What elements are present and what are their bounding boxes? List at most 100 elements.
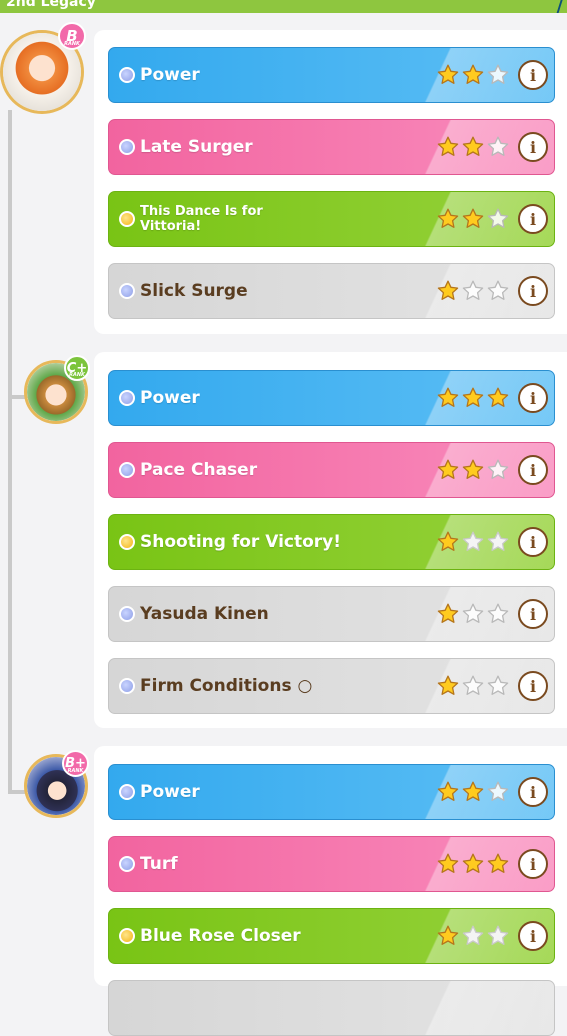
factor-row[interactable]: Turf i xyxy=(108,836,555,892)
factor-name: Shooting for Victory! xyxy=(140,532,342,552)
star-rating xyxy=(436,924,510,948)
star-filled-icon xyxy=(437,136,459,156)
factor-name: Blue Rose Closer xyxy=(140,926,301,946)
rank-badge-1: B RANK xyxy=(58,22,86,50)
rank-sub-label: RANK xyxy=(67,768,84,774)
star-rating xyxy=(436,602,510,626)
star-filled-icon xyxy=(437,64,459,84)
factor-name: This Dance Is for Vittoria! xyxy=(140,204,263,234)
factor-row-partial[interactable] xyxy=(108,980,555,1036)
star-rating xyxy=(436,674,510,698)
star-rating xyxy=(436,207,510,231)
factor-name: Power xyxy=(140,65,200,85)
star-rating xyxy=(436,63,510,87)
info-icon[interactable]: i xyxy=(518,204,548,234)
star-filled-icon xyxy=(437,208,459,228)
factor-row[interactable]: Power i xyxy=(108,764,555,820)
factor-row[interactable]: Yasuda Kinen i xyxy=(108,586,555,642)
star-empty-icon xyxy=(487,531,509,551)
star-rating xyxy=(436,279,510,303)
factor-dot-icon xyxy=(119,534,135,550)
star-filled-icon xyxy=(437,387,459,407)
info-icon[interactable]: i xyxy=(518,60,548,90)
star-filled-icon xyxy=(487,387,509,407)
star-rating xyxy=(436,458,510,482)
factor-dot-icon xyxy=(119,283,135,299)
star-filled-icon xyxy=(437,781,459,801)
factor-dot-icon xyxy=(119,678,135,694)
factor-dot-icon xyxy=(119,856,135,872)
factor-name: Power xyxy=(140,782,200,802)
star-filled-icon xyxy=(462,853,484,873)
star-empty-icon xyxy=(487,925,509,945)
info-icon[interactable]: i xyxy=(518,777,548,807)
factor-row[interactable]: Firm Conditions ○ i xyxy=(108,658,555,714)
star-filled-icon xyxy=(437,531,459,551)
star-rating xyxy=(436,780,510,804)
star-filled-icon xyxy=(462,64,484,84)
star-empty-icon xyxy=(487,781,509,801)
row-shine xyxy=(394,981,554,1035)
star-rating xyxy=(436,852,510,876)
factor-row[interactable]: This Dance Is for Vittoria! i xyxy=(108,191,555,247)
info-icon[interactable]: i xyxy=(518,383,548,413)
factor-dot-icon xyxy=(119,784,135,800)
factor-dot-icon xyxy=(119,139,135,155)
star-empty-icon xyxy=(487,64,509,84)
factor-name: Late Surger xyxy=(140,137,253,157)
factor-row[interactable]: Blue Rose Closer i xyxy=(108,908,555,964)
star-rating xyxy=(436,386,510,410)
star-empty-icon xyxy=(462,280,484,300)
header-bar: 2nd Legacy / xyxy=(0,0,567,13)
info-icon[interactable]: i xyxy=(518,921,548,951)
header-slash-decoration: / xyxy=(556,0,563,13)
info-icon[interactable]: i xyxy=(518,276,548,306)
star-filled-icon xyxy=(462,208,484,228)
info-icon[interactable]: i xyxy=(518,455,548,485)
factor-name: Yasuda Kinen xyxy=(140,604,269,624)
info-icon[interactable]: i xyxy=(518,671,548,701)
factor-dot-icon xyxy=(119,211,135,227)
info-icon[interactable]: i xyxy=(518,849,548,879)
factor-dot-icon xyxy=(119,390,135,406)
factor-row[interactable]: Late Surger i xyxy=(108,119,555,175)
factor-row[interactable]: Power i xyxy=(108,370,555,426)
star-rating xyxy=(436,530,510,554)
info-icon[interactable]: i xyxy=(518,599,548,629)
factor-row[interactable]: Shooting for Victory! i xyxy=(108,514,555,570)
factor-name: Power xyxy=(140,388,200,408)
star-filled-icon xyxy=(437,280,459,300)
tree-line-vertical xyxy=(8,110,12,792)
star-filled-icon xyxy=(487,853,509,873)
factor-name: Firm Conditions ○ xyxy=(140,676,313,696)
star-empty-icon xyxy=(462,603,484,623)
factor-dot-icon xyxy=(119,462,135,478)
info-icon[interactable]: i xyxy=(518,132,548,162)
star-empty-icon xyxy=(487,208,509,228)
rank-sub-label: RANK xyxy=(64,41,80,47)
star-empty-icon xyxy=(487,280,509,300)
star-empty-icon xyxy=(462,925,484,945)
factor-dot-icon xyxy=(119,928,135,944)
factor-dot-icon xyxy=(119,67,135,83)
star-filled-icon xyxy=(462,459,484,479)
header-title: 2nd Legacy xyxy=(6,0,96,10)
star-filled-icon xyxy=(462,136,484,156)
star-empty-icon xyxy=(487,603,509,623)
factor-row[interactable]: Pace Chaser i xyxy=(108,442,555,498)
star-empty-icon xyxy=(487,675,509,695)
factor-row[interactable]: Slick Surge i xyxy=(108,263,555,319)
star-filled-icon xyxy=(437,603,459,623)
star-empty-icon xyxy=(487,459,509,479)
star-empty-icon xyxy=(487,136,509,156)
info-icon[interactable]: i xyxy=(518,527,548,557)
star-empty-icon xyxy=(462,675,484,695)
factor-name: Turf xyxy=(140,854,178,874)
tree-line-branch-3 xyxy=(8,790,26,794)
factor-dot-icon xyxy=(119,606,135,622)
factor-name: Pace Chaser xyxy=(140,460,258,480)
star-filled-icon xyxy=(437,925,459,945)
factor-row[interactable]: Power i xyxy=(108,47,555,103)
star-filled-icon xyxy=(462,781,484,801)
rank-sub-label: RANK xyxy=(69,372,85,378)
